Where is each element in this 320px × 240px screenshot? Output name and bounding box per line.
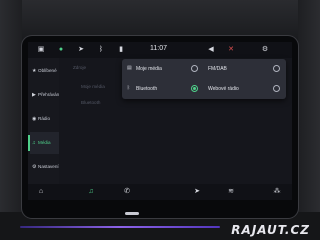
sidebar-item-playback[interactable]: ▶ Přehrávání [30,84,61,106]
sidebar-item-media[interactable]: ♫ Média [28,132,59,154]
sidebar-item-label: Nastavení [38,164,59,169]
home-icon[interactable]: ⌂ [36,187,46,197]
status-bar: ▣ ● ➤ ᛒ ▮ 11:07 ◀ ✕ ⚙ [28,42,292,58]
navigation-icon[interactable]: ➤ [192,187,202,197]
music-icon[interactable]: ♫ [86,187,96,197]
navigation-icon[interactable]: ➤ [76,45,86,55]
dashboard-right [298,0,320,240]
source-option-bluetooth[interactable]: ᛒ Bluetooth [122,79,204,99]
radio-button[interactable] [191,65,198,72]
sidebar-item-label: Rádio [38,116,51,121]
volume-icon[interactable]: ◀ [206,45,216,55]
apps-icon[interactable]: ⁂ [272,187,282,197]
source-option-web-radio[interactable]: Webové rádio [204,79,286,99]
ambient-light [20,226,220,228]
option-label: FM/DAB [208,66,227,72]
source-selection-popup: ▤ Moje média FM/DAB ᛒ Bluetooth Webové r… [122,59,286,99]
play-icon: ▶ [32,92,36,98]
phone-icon[interactable]: ✆ [122,187,132,197]
media-icon: ♫ [32,140,36,146]
clock: 11:07 [150,45,167,52]
phone-icon[interactable]: ▮ [116,45,126,55]
option-label: Bluetooth [136,86,158,92]
bottom-bar: ⌂ ♫ ✆ ➤ ≋ ⁂ [28,184,292,200]
home-indicator [125,212,139,215]
climate-icon[interactable]: ≋ [226,187,236,197]
bluetooth-icon: ᛒ [127,85,131,91]
spotify-icon[interactable]: ● [56,45,66,55]
sidebar-item-settings[interactable]: ⚙ Nastavení [30,156,59,178]
dashboard-left [0,0,22,240]
option-label: Webové rádio [208,86,239,92]
source-option-my-media[interactable]: ▤ Moje média [122,59,204,79]
settings-icon[interactable]: ⚙ [260,45,270,55]
dashboard-top [0,0,320,40]
star-icon: ★ [32,68,37,74]
bluetooth-icon[interactable]: ᛒ [96,45,106,55]
mute-icon[interactable]: ✕ [226,45,236,55]
sidebar-item-favorites[interactable]: ★ Oblíbené [30,60,59,82]
radio-button[interactable] [273,65,280,72]
list-item[interactable]: Moje média [81,84,105,89]
sidebar-item-radio[interactable]: ◉ Rádio [30,108,59,130]
sidebar-item-label: Média [38,140,51,145]
radio-button[interactable] [273,85,280,92]
option-label: Moje média [136,66,162,72]
radio-icon: ◉ [32,116,37,122]
radio-button-selected[interactable] [191,85,198,92]
sources-heading: Zdroje [73,65,87,70]
list-item[interactable]: Bluetooth [81,100,100,105]
sidebar-item-label: Přehrávání [38,92,61,97]
sidebar-item-label: Oblíbené [38,68,57,73]
infotainment-screen: ▣ ● ➤ ᛒ ▮ 11:07 ◀ ✕ ⚙ ★ Oblíbené ▶ Přehr… [28,42,292,200]
media-icon: ▤ [127,65,132,71]
sidebar: ★ Oblíbené ▶ Přehrávání ◉ Rádio ♫ Média … [28,58,61,184]
watermark-logo: RAJAUT.CZ [231,223,310,237]
source-option-fm-dab[interactable]: FM/DAB [204,59,286,79]
car-icon[interactable]: ▣ [36,45,46,55]
gear-icon: ⚙ [32,164,37,170]
